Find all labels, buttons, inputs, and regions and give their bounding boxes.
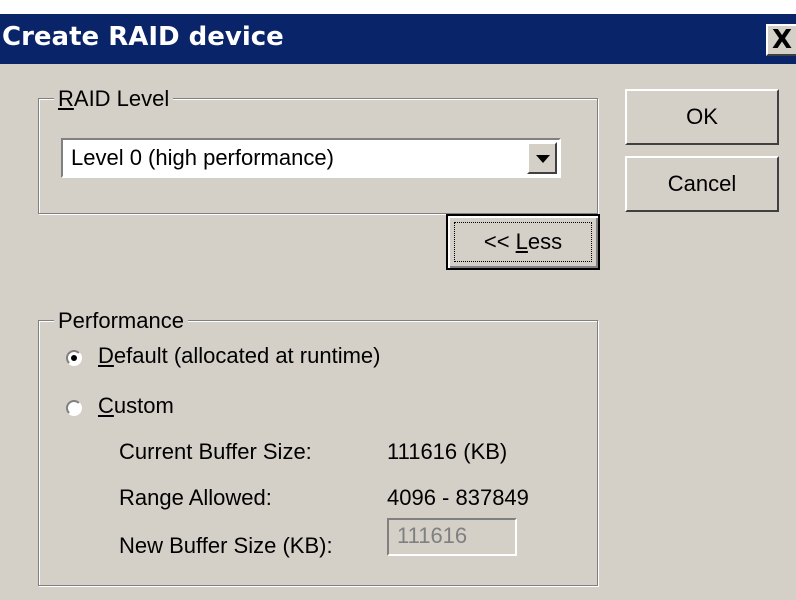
create-raid-dialog: Create RAID device X RAID Level Level 0 … xyxy=(0,14,796,600)
new-buffer-size-label: New Buffer Size (KB): xyxy=(119,533,333,558)
radio-selected-dot xyxy=(71,355,77,361)
cancel-button[interactable]: Cancel xyxy=(625,156,779,212)
custom-radio-label[interactable]: Custom xyxy=(98,393,174,419)
new-buffer-size-input[interactable]: 111616 xyxy=(387,518,517,556)
close-button[interactable]: X xyxy=(766,24,796,56)
focus-rectangle xyxy=(454,222,592,262)
less-button[interactable]: << Less xyxy=(446,214,600,270)
range-allowed-label: Range Allowed: xyxy=(119,485,272,510)
raid-level-legend: RAID Level xyxy=(54,86,174,112)
ok-button[interactable]: OK xyxy=(625,89,779,145)
raid-level-dropdown-button[interactable] xyxy=(527,142,557,174)
range-allowed-value: 4096 - 837849 xyxy=(387,485,529,510)
current-buffer-size-label: Current Buffer Size: xyxy=(119,439,312,464)
default-radio[interactable] xyxy=(66,350,82,366)
custom-radio[interactable] xyxy=(66,400,82,416)
default-radio-label[interactable]: Default (allocated at runtime) xyxy=(98,343,380,369)
chevron-down-icon xyxy=(536,155,550,163)
dialog-title: Create RAID device xyxy=(2,22,284,52)
cancel-button-label: Cancel xyxy=(667,171,737,196)
current-buffer-size-value: 111616 (KB) xyxy=(387,439,508,464)
performance-legend: Performance xyxy=(54,308,188,334)
title-bar[interactable]: Create RAID device X xyxy=(0,14,796,64)
close-icon: X xyxy=(772,25,793,55)
raid-level-selected-value: Level 0 (high performance) xyxy=(71,145,334,170)
raid-level-select[interactable]: Level 0 (high performance) xyxy=(61,138,561,178)
ok-button-label: OK xyxy=(686,104,718,129)
